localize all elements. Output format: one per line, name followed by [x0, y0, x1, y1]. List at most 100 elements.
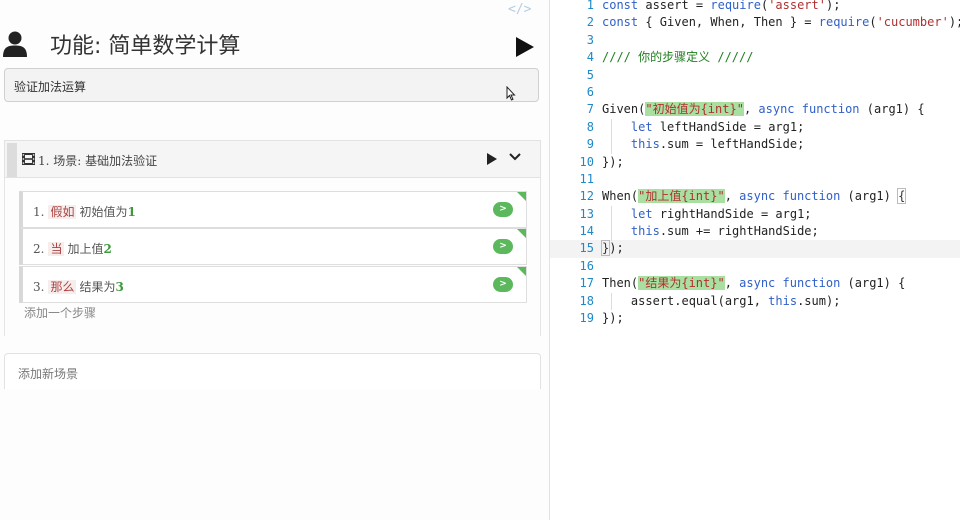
add-scenario-button[interactable]: 添加新场景 — [4, 353, 541, 389]
code-token: Then( — [602, 276, 639, 291]
add-step-link[interactable]: 添加一个步骤 — [24, 304, 96, 321]
code-token: const — [602, 15, 639, 30]
code-line[interactable]: 6 — [550, 84, 960, 101]
run-scenario-play-icon[interactable] — [487, 153, 497, 165]
code-line[interactable]: 17 Then("结果为{int}", async function (arg1)… — [550, 275, 960, 292]
line-number: 12 — [579, 189, 594, 204]
code-token: "初始值为{int}" — [645, 102, 744, 117]
code-token: { Given, When, Then } = — [638, 15, 819, 30]
step-row[interactable]: 1. 假如 初始值为1 > — [19, 191, 527, 228]
code-line[interactable]: 15}); — [550, 240, 960, 258]
feature-title[interactable]: 功能: 简单数学计算 — [50, 33, 240, 61]
code-editor[interactable]: 1 const assert = require('assert'); 2 const… — [550, 0, 960, 327]
step-phrase: 结果为 — [79, 280, 116, 294]
line-number: 9 — [586, 137, 594, 152]
line-number: 18 — [579, 293, 594, 308]
step-param: 3 — [115, 280, 124, 294]
run-feature-play-icon[interactable] — [516, 37, 534, 57]
code-token: , — [724, 189, 740, 204]
user-icon — [3, 31, 27, 57]
step-row[interactable]: 2. 当加上值2 > — [19, 228, 527, 265]
code-toggle-icon[interactable]: </> — [508, 2, 531, 17]
line-number: 16 — [579, 258, 594, 273]
line-number: 15 — [579, 241, 594, 256]
code-token: this — [768, 293, 798, 308]
code-token: , — [724, 276, 740, 291]
step-keyword: 那么 — [48, 280, 77, 294]
step-text[interactable]: 2. 当加上值2 — [33, 240, 112, 257]
code-line[interactable]: 3 — [550, 32, 960, 49]
code-token: ); — [825, 0, 841, 12]
code-line[interactable]: 12 When("加上值{int}", async function (arg1)… — [550, 188, 960, 205]
line-number: 8 — [586, 119, 594, 134]
code-token: leftHandSide = arg1; — [652, 119, 805, 134]
step-phrase: 加上值 — [67, 242, 104, 256]
code-line[interactable]: 7 Given("初始值为{int}", async function (arg1… — [550, 101, 960, 118]
step-param: 2 — [103, 242, 112, 256]
code-token: 'cucumber' — [876, 15, 949, 30]
scenario-body: 1. 假如 初始值为1 > 2. 当加上值2 > 3. 那么 结果为3 > 添加一个步骤 — [4, 178, 541, 336]
step-text[interactable]: 1. 假如 初始值为1 — [33, 203, 136, 220]
code-token: this — [630, 137, 660, 152]
indent-guide — [611, 205, 612, 241]
code-line[interactable]: 5 — [550, 67, 960, 84]
code-token: , — [743, 102, 759, 117]
run-step-button[interactable]: > — [493, 277, 513, 292]
code-token: Given( — [602, 102, 646, 117]
code-token: "加上值{int}" — [638, 189, 725, 204]
code-token: require — [818, 15, 870, 30]
chevron-down-icon[interactable] — [508, 152, 522, 162]
feature-description-field[interactable]: 验证加法运算 — [4, 68, 539, 102]
code-line[interactable]: 4 //// 你的步骤定义 ///// — [550, 49, 960, 66]
step-row[interactable]: 3. 那么 结果为3 > — [19, 266, 527, 303]
code-token: assert.equal(arg1, — [602, 293, 769, 308]
run-step-button[interactable]: > — [493, 202, 513, 217]
film-icon — [22, 153, 35, 165]
line-number: 7 — [586, 102, 594, 117]
step-number: 2. — [33, 242, 45, 256]
code-line[interactable]: 10}); — [550, 154, 960, 171]
code-line[interactable]: 11 — [550, 171, 960, 188]
indent-guide — [611, 292, 612, 311]
scenario-title[interactable]: 1. 场景: 基础加法验证 — [38, 152, 157, 169]
code-token: const — [602, 0, 639, 12]
code-token: .sum); — [797, 293, 841, 308]
step-passed-marker — [517, 267, 526, 276]
code-line[interactable]: 16 — [550, 258, 960, 275]
code-line[interactable]: 1 const assert = require('assert'); — [550, 0, 960, 14]
line-number: 10 — [579, 154, 594, 169]
code-token: let — [630, 119, 653, 134]
line-number: 13 — [579, 206, 594, 221]
line-number: 3 — [586, 32, 594, 47]
code-editor-panel[interactable]: 1 const assert = require('assert'); 2 const… — [550, 0, 960, 520]
code-token: async function — [758, 102, 860, 117]
scenario-header[interactable]: 1. 场景: 基础加法验证 — [4, 140, 541, 178]
code-token: assert = — [638, 0, 711, 12]
code-line[interactable]: 19}); — [550, 310, 960, 327]
step-number: 3. — [33, 280, 45, 294]
line-number: 14 — [579, 224, 594, 239]
step-text[interactable]: 3. 那么 结果为3 — [33, 278, 124, 295]
mouse-cursor-icon — [506, 86, 516, 101]
code-line[interactable]: 2 const { Given, When, Then } = require('… — [550, 14, 960, 31]
indent-guide — [611, 118, 612, 154]
step-param: 1 — [127, 205, 136, 219]
line-number: 11 — [579, 171, 594, 186]
code-token: rightHandSide = arg1; — [652, 206, 812, 221]
code-token: (arg1) { — [859, 102, 925, 117]
step-number: 1. — [33, 205, 45, 219]
scenario-card: 1. 场景: 基础加法验证 1. 假如 初始值为1 > 2. 当加上值2 > 3. 那么… — [4, 140, 541, 336]
code-token: }); — [602, 311, 624, 326]
line-number: 4 — [586, 50, 594, 65]
run-step-button[interactable]: > — [493, 239, 513, 254]
step-phrase: 初始值为 — [79, 205, 128, 219]
code-token: //// 你的步骤定义 ///// — [602, 50, 754, 65]
line-number: 5 — [586, 67, 594, 82]
code-token: (arg1) { — [840, 276, 906, 291]
code-token: async function — [739, 189, 841, 204]
feature-editor-panel: </> 功能: 简单数学计算 验证加法运算 1. 场景: 基础加法验证 1. 假… — [0, 0, 549, 520]
step-passed-marker — [517, 192, 526, 201]
